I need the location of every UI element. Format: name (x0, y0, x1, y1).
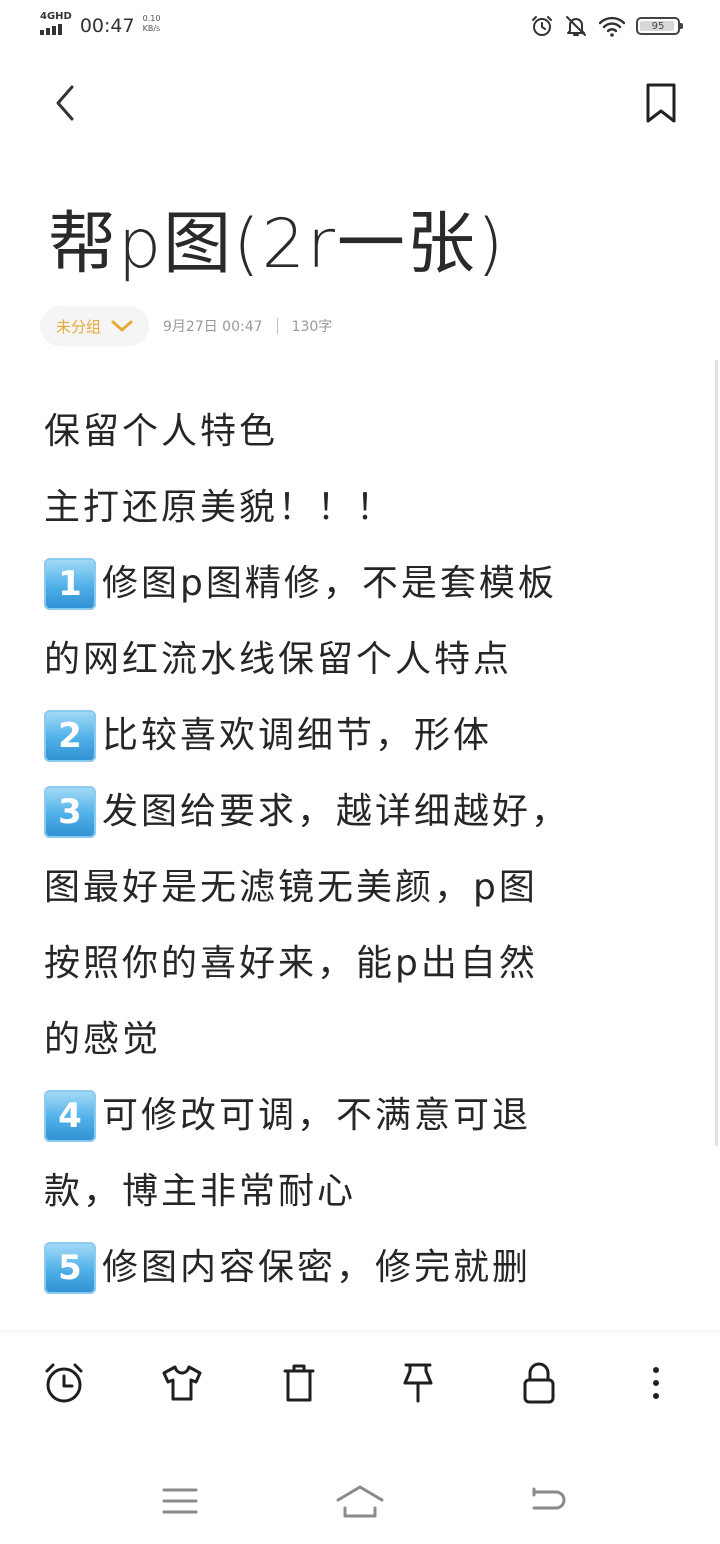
signal-bars-icon (40, 24, 62, 35)
note-title[interactable]: 帮p图(2r一张) (48, 190, 688, 300)
home-icon (336, 1485, 384, 1518)
group-label: 未分组 (56, 317, 102, 336)
recents-button[interactable] (150, 1476, 210, 1526)
number-badge: 1 (44, 558, 96, 610)
number-badge: 5 (44, 1242, 96, 1294)
note-line: 主打还原美貌！！！ (44, 470, 684, 546)
note-line-text: 修图内容保密，修完就删 (102, 1247, 532, 1288)
alarm-icon (532, 16, 552, 36)
pin-button[interactable] (393, 1358, 443, 1408)
note-line-text: 图最好是无滤镜无美颜，p图 (44, 867, 538, 908)
note-toolbar (0, 1350, 720, 1416)
battery-percent: 95 (651, 20, 665, 32)
chevron-left-icon (56, 85, 74, 121)
network-speed-unit: KB/s (142, 24, 161, 33)
bookmark-button[interactable] (636, 78, 686, 128)
notes-app-screen: 4GHD 00:47 0.10 KB/s 95 帮p图(2r一张) 未分组 9月… (0, 0, 720, 1544)
signal-indicator: 4GHD (40, 12, 72, 35)
alarm-clock-icon (45, 1363, 83, 1403)
status-bar: 4GHD 00:47 0.10 KB/s 95 (0, 0, 720, 56)
chevron-down-icon (111, 320, 133, 332)
note-line: 保留个人特色 (44, 394, 684, 470)
home-button[interactable] (330, 1476, 390, 1526)
more-icon (653, 1367, 659, 1399)
pin-icon (403, 1363, 433, 1403)
note-line: 5 修图内容保密，修完就删 (44, 1230, 684, 1306)
note-line-text: 修图p图精修，不是套模板 (102, 563, 557, 604)
network-type: 4GHD (40, 11, 72, 22)
number-badge: 3 (44, 786, 96, 838)
lock-button[interactable] (514, 1358, 564, 1408)
skin-button[interactable] (157, 1358, 207, 1408)
network-speed: 0.10 KB/s (143, 14, 161, 34)
note-line-text: 发图给要求，越详细越好， (102, 791, 571, 832)
number-badge: 2 (44, 710, 96, 762)
back-icon (532, 1487, 566, 1510)
battery-icon: 95 (636, 17, 683, 35)
scrollbar[interactable] (715, 360, 718, 1146)
note-line: 4 可修改可调，不满意可退 (44, 1078, 684, 1154)
meta-divider (276, 318, 278, 334)
note-line: 图最好是无滤镜无美颜，p图 (44, 850, 684, 926)
wifi-icon (598, 16, 626, 37)
toolbar-divider (0, 1330, 720, 1338)
note-line: 的感觉 (44, 1002, 684, 1078)
note-line: 2 比较喜欢调细节，形体 (44, 698, 684, 774)
status-left: 4GHD 00:47 0.10 KB/s (40, 12, 160, 40)
delete-button[interactable] (274, 1358, 324, 1408)
note-body[interactable]: 保留个人特色 主打还原美貌！！！ 1 修图p图精修，不是套模板 的网红流水线保留个… (44, 394, 684, 1306)
note-line-text: 的网红流水线保留个人特点 (44, 639, 513, 680)
word-count: 130字 (291, 319, 333, 335)
status-right: 95 (530, 14, 683, 38)
note-meta: 未分组 9月27日 00:47 130字 (40, 306, 332, 346)
note-line-text: 比较喜欢调细节，形体 (102, 715, 493, 756)
tshirt-icon (162, 1365, 202, 1401)
note-date: 9月27日 00:47 (163, 319, 263, 335)
note-line-text: 款，博主非常耐心 (44, 1171, 357, 1212)
note-line: 1 修图p图精修，不是套模板 (44, 546, 684, 622)
note-line-text: 按照你的喜好来，能p出自然 (44, 943, 538, 984)
network-speed-value: 0.10 (142, 14, 161, 23)
note-line: 的网红流水线保留个人特点 (44, 622, 684, 698)
number-badge: 4 (44, 1090, 96, 1142)
system-navbar (0, 1460, 720, 1544)
back-button[interactable] (40, 78, 90, 128)
note-line: 款，博主非常耐心 (44, 1154, 684, 1230)
note-line-text: 保留个人特色 (44, 411, 279, 452)
reminder-button[interactable] (39, 1358, 89, 1408)
menu-icon (162, 1488, 198, 1514)
bookmark-icon (646, 83, 676, 123)
note-line: 3 发图给要求，越详细越好， (44, 774, 684, 850)
trash-icon (283, 1364, 315, 1402)
more-button[interactable] (631, 1358, 681, 1408)
lock-icon (523, 1362, 555, 1404)
note-line: 按照你的喜好来，能p出自然 (44, 926, 684, 1002)
note-line-text: 可修改可调，不满意可退 (102, 1095, 532, 1136)
mute-bell-icon (566, 16, 586, 36)
nav-back-button[interactable] (518, 1476, 578, 1526)
note-line-text: 的感觉 (44, 1019, 162, 1060)
group-selector[interactable]: 未分组 (40, 306, 150, 346)
note-line-text: 主打还原美貌！！！ (44, 487, 396, 528)
clock-time: 00:47 (79, 15, 135, 37)
